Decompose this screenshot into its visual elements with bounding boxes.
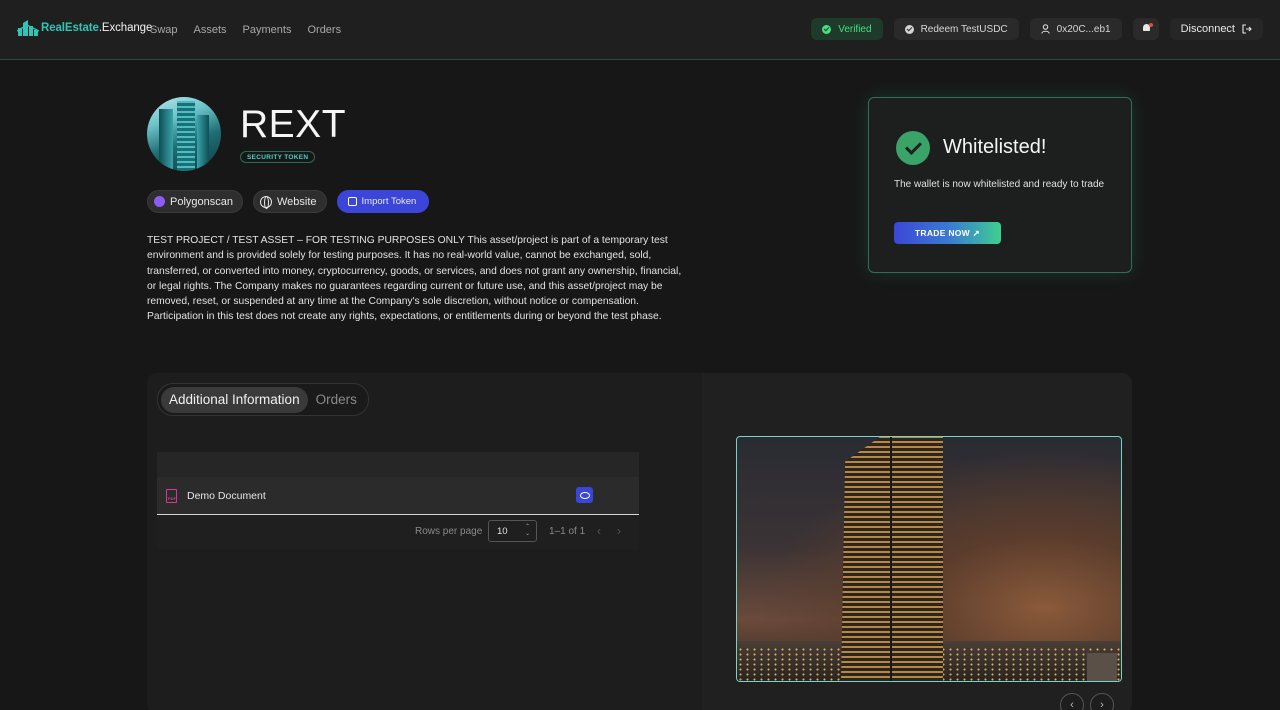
import-token-label: Import Token (361, 196, 417, 207)
logo-text: RealEstate.Exchange (41, 22, 152, 34)
verified-label: Verified (838, 23, 872, 35)
check-circle-icon (896, 131, 930, 165)
nav-link-assets[interactable]: Assets (194, 24, 227, 36)
documents-table: Demo Document Rows per page 10 1–1 of 1 … (157, 452, 639, 549)
logout-icon (1242, 24, 1252, 34)
pdf-icon (166, 489, 177, 503)
property-photo (736, 436, 1122, 682)
rows-per-page-label: Rows per page (415, 526, 483, 537)
redeem-label: Redeem TestUSDC (920, 23, 1008, 35)
rows-per-page-value: 10 (497, 526, 508, 537)
logo-text-domain: .Exchange (98, 22, 153, 34)
whitelist-title: Whitelisted! (943, 136, 1047, 158)
asset-description: TEST PROJECT / TEST ASSET – FOR TESTING … (147, 235, 682, 323)
redeem-button[interactable]: Redeem TestUSDC (893, 18, 1019, 40)
nav-link-orders[interactable]: Orders (307, 24, 341, 36)
carousel-prev-button[interactable]: ‹ (1060, 693, 1084, 710)
nav-links: Swap Assets Payments Orders (150, 24, 341, 36)
pagination-range: 1–1 of 1 (549, 526, 586, 537)
check-circle-icon (904, 24, 914, 34)
table-header (157, 452, 639, 477)
website-link[interactable]: Website (253, 190, 327, 213)
security-token-badge: SECURITY TOKEN (240, 151, 316, 163)
disconnect-button[interactable]: Disconnect (1169, 18, 1263, 40)
top-navbar: RealEstate.Exchange Swap Assets Payments… (0, 0, 1280, 60)
asset-links: Polygonscan Website Import Token (147, 190, 430, 213)
notification-dot (1148, 23, 1153, 27)
polygonscan-link[interactable]: Polygonscan (147, 190, 243, 213)
tab-bar: Additional Information Orders (157, 383, 369, 416)
trade-now-button[interactable]: TRADE NOW ↗ (894, 222, 1001, 244)
notifications-button[interactable] (1132, 18, 1159, 40)
view-document-button[interactable] (576, 487, 593, 503)
nav-link-swap[interactable]: Swap (150, 24, 178, 36)
logo-icon (17, 20, 39, 36)
chevron-left-icon[interactable]: ‹ (597, 524, 611, 538)
nav-link-payments[interactable]: Payments (243, 24, 292, 36)
import-token-button[interactable]: Import Token (336, 190, 430, 213)
asset-image (147, 97, 221, 171)
carousel-next-button[interactable]: › (1090, 693, 1114, 710)
whitelist-message: The wallet is now whitelisted and ready … (894, 179, 1105, 190)
polygon-icon (154, 196, 165, 207)
tab-additional-information[interactable]: Additional Information (161, 386, 308, 413)
chevron-right-icon: › (1100, 699, 1104, 710)
check-circle-icon (822, 24, 832, 34)
chevron-right-icon[interactable]: › (617, 524, 631, 538)
globe-icon (260, 195, 272, 209)
asset-title: REXT (240, 103, 347, 146)
logo[interactable]: RealEstate.Exchange (17, 19, 152, 37)
wallet-address: 0x20C...eb1 (1056, 23, 1111, 35)
table-pagination: Rows per page 10 1–1 of 1 ‹ › (157, 515, 639, 549)
user-icon (1040, 24, 1050, 34)
table-row[interactable]: Demo Document (157, 477, 639, 515)
website-label: Website (277, 195, 317, 208)
logo-text-brand: RealEstate (41, 22, 99, 34)
nav-actions: Verified Redeem TestUSDC 0x20C...eb1 Dis… (811, 18, 1263, 40)
whitelist-card: Whitelisted! The wallet is now whitelist… (868, 97, 1132, 273)
verified-badge[interactable]: Verified (811, 18, 883, 40)
wallet-icon (347, 197, 357, 206)
polygonscan-label: Polygonscan (170, 195, 233, 208)
chevron-left-icon: ‹ (1070, 699, 1074, 710)
wallet-address-button[interactable]: 0x20C...eb1 (1029, 18, 1122, 40)
disconnect-label: Disconnect (1180, 23, 1235, 35)
rows-per-page-select[interactable]: 10 (488, 520, 537, 542)
details-panel: Additional Information Orders Demo Docum… (147, 373, 1132, 710)
document-name: Demo Document (187, 490, 266, 502)
tab-orders[interactable]: Orders (308, 387, 365, 413)
